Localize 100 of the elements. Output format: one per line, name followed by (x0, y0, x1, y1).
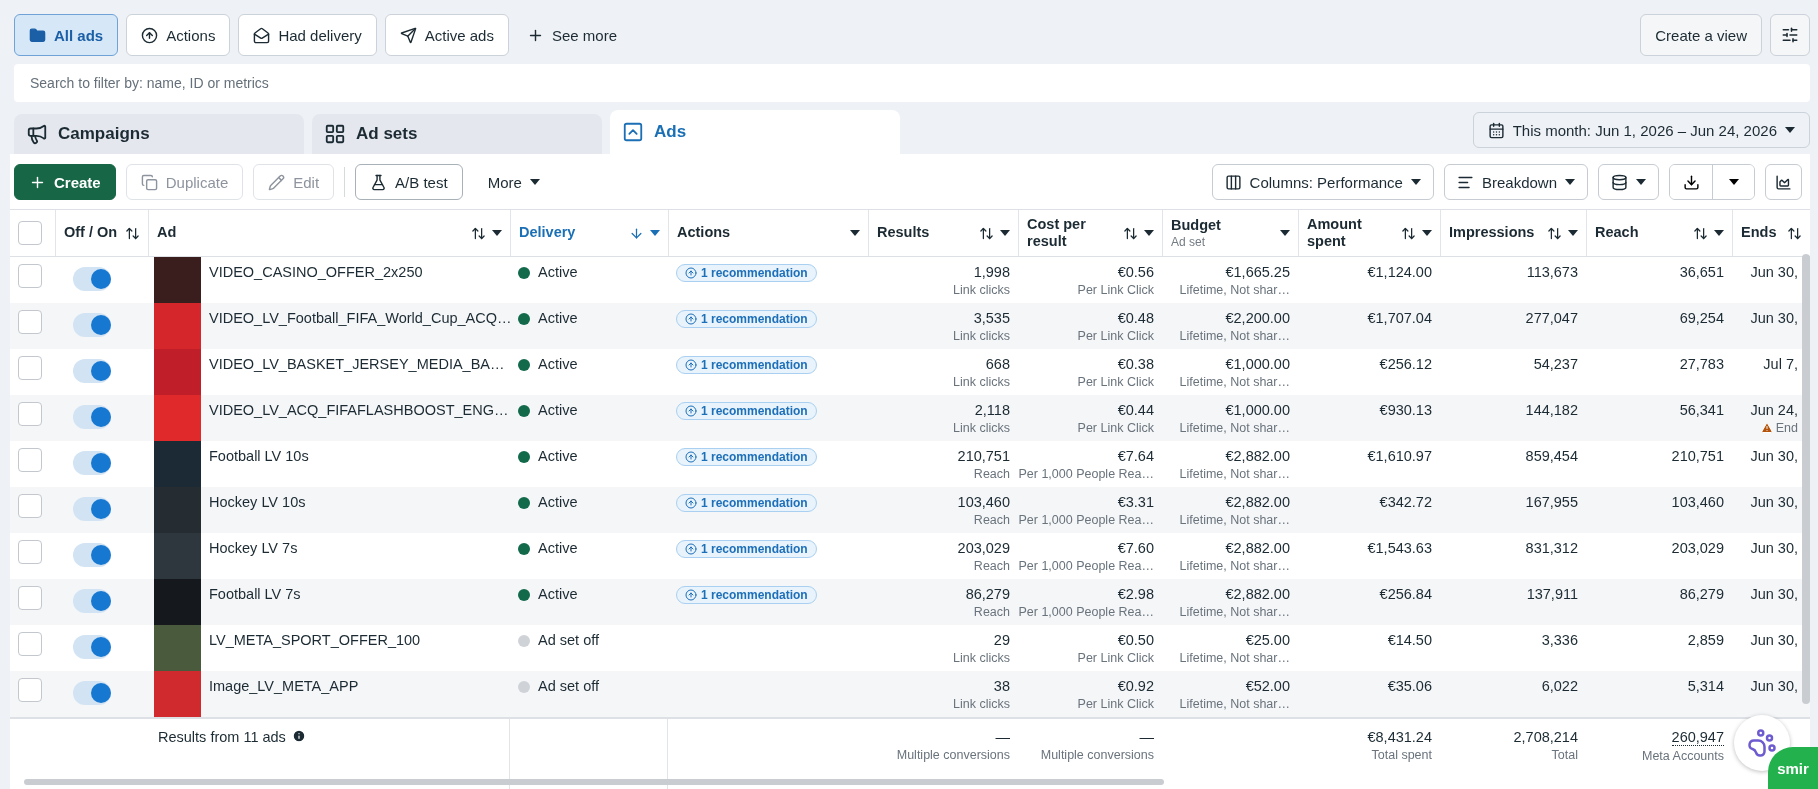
reports-button[interactable] (1598, 164, 1659, 200)
row-checkbox[interactable] (18, 678, 42, 702)
cell-caption: Lifetime, Not shar… (1179, 697, 1290, 711)
impressions-cell: 54,237 (1533, 356, 1578, 372)
ad-toggle[interactable] (73, 451, 111, 475)
ad-toggle[interactable] (73, 497, 111, 521)
budget-cell: €2,882.00 (1225, 448, 1290, 464)
ad-name[interactable]: VIDEO_LV_ACQ_FIFAFLASHBOOST_ENG… (209, 402, 509, 418)
results-cell: 3,535 (973, 310, 1010, 326)
sort-icon[interactable] (1693, 225, 1708, 241)
budget-cell: €52.00 (1245, 678, 1290, 694)
filter-chip[interactable]: Had delivery (238, 14, 377, 56)
cell-caption: Per Link Click (1077, 697, 1154, 711)
row-checkbox[interactable] (18, 310, 42, 334)
column-header[interactable]: Impressions (1440, 210, 1586, 256)
filter-chip[interactable]: Actions (126, 14, 231, 56)
row-checkbox[interactable] (18, 586, 42, 610)
recommendation-badge[interactable]: 1 recommendation (676, 448, 817, 466)
ad-toggle[interactable] (73, 635, 111, 659)
ad-name[interactable]: Football LV 7s (209, 586, 301, 602)
cell-caption: Lifetime, Not shar… (1179, 421, 1290, 435)
columns-button[interactable]: Columns: Performance (1211, 164, 1434, 200)
level-tab[interactable]: Campaigns (14, 114, 304, 154)
row-checkbox[interactable] (18, 264, 42, 288)
ad-name[interactable]: Hockey LV 7s (209, 540, 298, 556)
sort-icon[interactable] (1123, 225, 1138, 241)
recommendation-badge[interactable]: 1 recommendation (676, 586, 817, 604)
sort-icon[interactable] (1787, 225, 1802, 241)
row-checkbox[interactable] (18, 494, 42, 518)
sort-icon[interactable] (471, 225, 486, 241)
results-cell: 668 (985, 356, 1010, 372)
ad-toggle[interactable] (73, 543, 111, 567)
recommendation-badge[interactable]: 1 recommendation (676, 356, 817, 374)
ad-name[interactable]: VIDEO_CASINO_OFFER_2x250 (209, 264, 423, 280)
level-tab[interactable]: Ads (610, 110, 900, 154)
row-checkbox[interactable] (18, 540, 42, 564)
budget-cell: €2,882.00 (1225, 586, 1290, 602)
sort-icon[interactable] (125, 225, 140, 241)
breakdown-button[interactable]: Breakdown (1443, 164, 1588, 200)
cost-cell: €7.60 (1117, 540, 1154, 556)
column-header[interactable]: Cost per result (1018, 210, 1162, 256)
level-tab[interactable]: Ad sets (312, 114, 602, 154)
filter-chip[interactable]: All ads (14, 14, 119, 56)
create-view-button[interactable]: Create a view (1640, 14, 1762, 56)
ad-toggle[interactable] (73, 313, 111, 337)
select-all-checkbox[interactable] (18, 221, 42, 245)
toolbar-button[interactable]: A/B test (355, 164, 463, 200)
ad-toggle[interactable] (73, 359, 111, 383)
sort-icon[interactable] (1547, 225, 1562, 241)
toolbar-button[interactable]: More (472, 164, 555, 200)
horizontal-scrollbar[interactable] (24, 779, 1164, 785)
ad-name[interactable]: LV_META_SPORT_OFFER_100 (209, 632, 421, 648)
caret-icon (529, 179, 540, 185)
row-checkbox[interactable] (18, 448, 42, 472)
column-header[interactable]: Ad (148, 210, 510, 256)
column-header[interactable]: Results (868, 210, 1018, 256)
column-header[interactable]: Actions (668, 210, 868, 256)
row-checkbox[interactable] (18, 402, 42, 426)
up-icon (685, 497, 697, 509)
cell-caption: Per Link Click (1077, 329, 1154, 343)
sort-down-icon[interactable] (629, 225, 644, 241)
row-checkbox[interactable] (18, 356, 42, 380)
sort-icon[interactable] (979, 225, 994, 241)
ad-toggle[interactable] (73, 405, 111, 429)
recommendation-badge[interactable]: 1 recommendation (676, 494, 817, 512)
ad-name[interactable]: VIDEO_LV_Football_FIFA_World_Cup_ACQ… (209, 310, 510, 326)
chart-button[interactable] (1765, 164, 1802, 200)
ad-name[interactable]: Hockey LV 10s (209, 494, 306, 510)
export-button[interactable] (1669, 164, 1755, 200)
search-field[interactable]: Search to filter by: name, ID or metrics (14, 64, 1810, 102)
reach-cell: 203,029 (1671, 540, 1724, 556)
copy-icon (140, 173, 158, 191)
settings-button[interactable] (1770, 14, 1810, 56)
recommendation-badge[interactable]: 1 recommendation (676, 264, 817, 282)
see-more-button[interactable]: See more (516, 14, 627, 56)
info-icon[interactable] (291, 729, 306, 743)
ad-name[interactable]: VIDEO_LV_BASKET_JERSEY_MEDIA_BA… (209, 356, 505, 372)
recommendation-badge[interactable]: 1 recommendation (676, 310, 817, 328)
date-range-button[interactable]: This month: Jun 1, 2026 – Jun 24, 2026 (1472, 112, 1810, 148)
ad-toggle[interactable] (73, 267, 111, 291)
delivery-status: Active (538, 586, 578, 602)
ad-name[interactable]: Football LV 10s (209, 448, 309, 464)
recommendation-badge[interactable]: 1 recommendation (676, 540, 817, 558)
column-header[interactable]: Off / On (55, 210, 148, 256)
sort-icon[interactable] (1401, 225, 1416, 241)
column-header[interactable]: Delivery (510, 210, 668, 256)
filter-chip[interactable]: Active ads (384, 14, 509, 56)
toolbar-button[interactable]: Create (14, 164, 116, 200)
ad-name[interactable]: Image_LV_META_APP (209, 678, 359, 694)
column-header[interactable]: Amount spent (1298, 210, 1440, 256)
vertical-scrollbar[interactable] (1802, 254, 1810, 704)
row-checkbox[interactable] (18, 632, 42, 656)
delivery-status: Ad set off (538, 632, 599, 648)
column-header[interactable]: Reach (1586, 210, 1732, 256)
recommendation-badge[interactable]: 1 recommendation (676, 402, 817, 420)
cell-caption: Reach (973, 513, 1010, 527)
impressions-cell: 831,312 (1525, 540, 1578, 556)
ad-toggle[interactable] (73, 681, 111, 705)
ad-toggle[interactable] (73, 589, 111, 613)
column-header[interactable]: Budget Ad set (1162, 210, 1298, 256)
